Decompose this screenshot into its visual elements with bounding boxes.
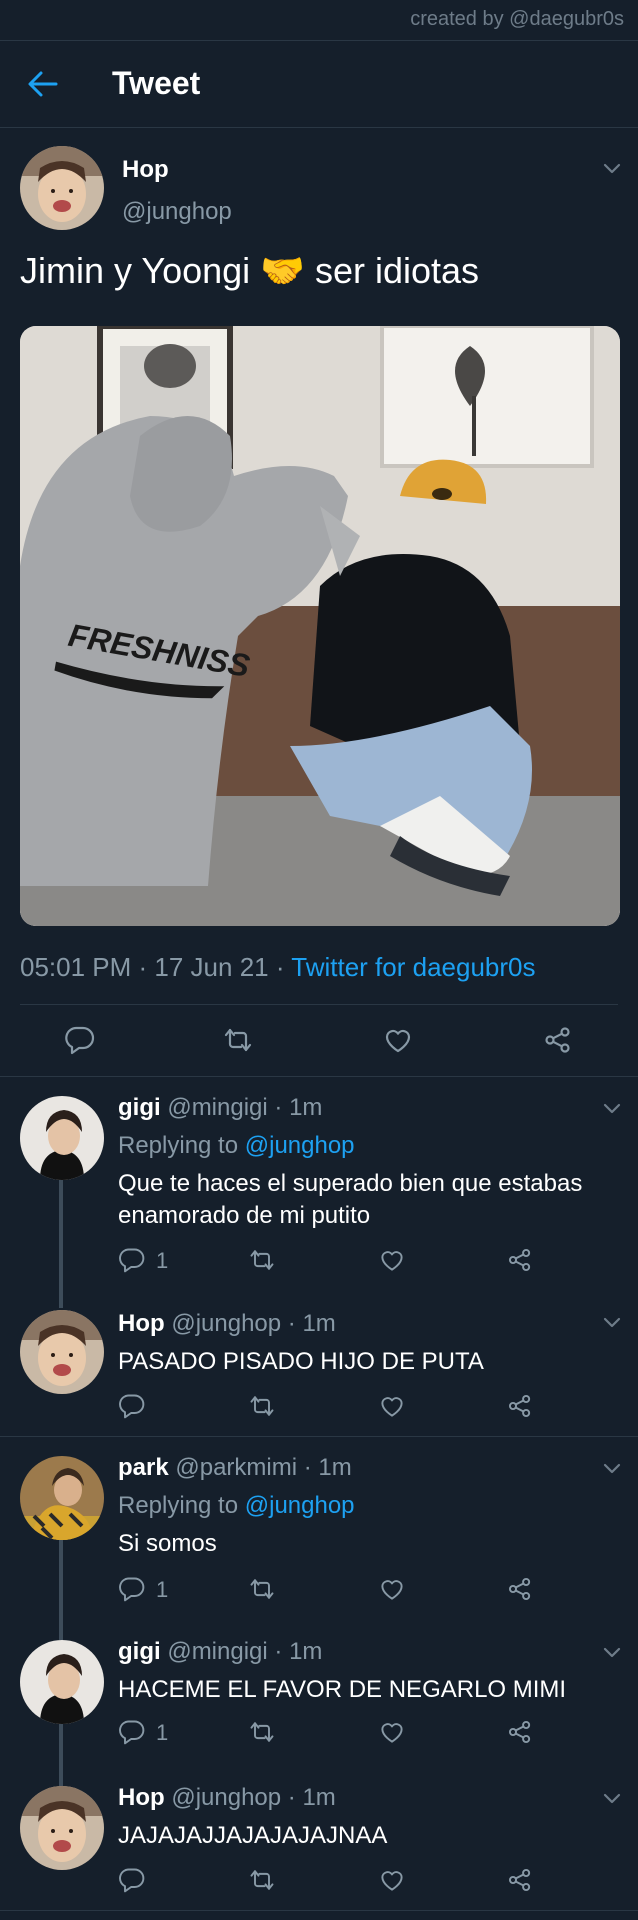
reply-text: HACEME EL FAVOR DE NEGARLO MIMI	[118, 1676, 567, 1703]
avatar[interactable]	[20, 1456, 104, 1540]
thread-line	[59, 1540, 63, 1640]
reply-text: Que te haces el superado bien que estaba…	[118, 1170, 583, 1229]
replying-label: Replying to	[118, 1132, 239, 1159]
reply-count: 1	[156, 1248, 169, 1273]
retweet-icon[interactable]	[248, 1392, 276, 1420]
share-icon[interactable]	[506, 1866, 534, 1894]
retweet-icon[interactable]	[248, 1575, 276, 1603]
tweet-text: Jimin y Yoongi 🤝 ser idiotas	[20, 250, 480, 291]
reply-text: JAJAJAJJAJAJAJAJNAA	[118, 1822, 388, 1849]
reply-text: PASADO PISADO HIJO DE PUTA	[118, 1348, 484, 1375]
heart-icon[interactable]	[378, 1392, 406, 1420]
heart-icon[interactable]	[382, 1024, 414, 1056]
meta-separator: ·	[268, 952, 292, 982]
reply-item: Hop @junghop · 1m PASADO PISADO HIJO DE …	[118, 1310, 618, 1378]
retweet-icon[interactable]	[248, 1246, 276, 1274]
replying-to-link[interactable]: @junghop	[245, 1492, 355, 1519]
share-icon[interactable]	[506, 1575, 534, 1603]
divider	[20, 1004, 618, 1005]
reply-time: 1m	[302, 1784, 336, 1811]
meta-separator: ·	[131, 952, 155, 982]
reply-item: gigi @mingigi · 1m HACEME EL FAVOR DE NE…	[118, 1638, 618, 1706]
retweet-icon[interactable]	[222, 1024, 254, 1056]
reply-item: park @parkmimi · 1m Replying to @junghop…	[118, 1454, 618, 1560]
reply-author-name[interactable]: Hop	[118, 1784, 165, 1811]
page-title: Tweet	[112, 65, 201, 101]
tweet-source-link[interactable]: Twitter for daegubr0s	[291, 952, 535, 982]
heart-icon[interactable]	[378, 1246, 406, 1274]
tweet-time: 05:01 PM	[20, 952, 132, 982]
app-header: Tweet	[0, 41, 638, 128]
chevron-down-icon[interactable]	[602, 162, 622, 176]
retweet-icon[interactable]	[248, 1718, 276, 1746]
reply-count: 1	[156, 1577, 169, 1602]
reply-icon[interactable]	[118, 1718, 146, 1746]
reply-author-name[interactable]: gigi	[118, 1638, 161, 1665]
retweet-icon[interactable]	[248, 1866, 276, 1894]
divider	[0, 1436, 638, 1437]
divider	[0, 1076, 638, 1077]
avatar[interactable]	[20, 1310, 104, 1394]
avatar[interactable]	[20, 1096, 104, 1180]
reply-time: 1m	[302, 1310, 336, 1337]
heart-icon[interactable]	[378, 1575, 406, 1603]
thread-line	[59, 1180, 63, 1308]
author-handle[interactable]: @junghop	[122, 198, 232, 226]
replying-label: Replying to	[118, 1492, 239, 1519]
reply-item: Hop @junghop · 1m JAJAJAJJAJAJAJAJNAA	[118, 1784, 618, 1852]
reply-author-handle[interactable]: @junghop	[171, 1784, 281, 1811]
thread-line	[59, 1724, 63, 1786]
reply-author-name[interactable]: Hop	[118, 1310, 165, 1337]
back-arrow-icon[interactable]	[26, 69, 60, 99]
avatar[interactable]	[20, 1640, 104, 1724]
reply-icon[interactable]	[118, 1866, 146, 1894]
reply-icon[interactable]	[64, 1024, 96, 1056]
share-icon[interactable]	[506, 1392, 534, 1420]
reply-time: 1m	[318, 1454, 352, 1481]
author-name[interactable]: Hop	[122, 156, 169, 184]
heart-icon[interactable]	[378, 1718, 406, 1746]
reply-author-name[interactable]: gigi	[118, 1094, 161, 1121]
reply-time: 1m	[289, 1638, 323, 1665]
tweet-meta: 05:01 PM · 17 Jun 21 · Twitter for daegu…	[20, 952, 536, 983]
reply-author-handle[interactable]: @parkmimi	[175, 1454, 297, 1481]
tweet-photo[interactable]: FRESHNISS	[20, 326, 620, 926]
credit-watermark: created by @daegubr0s	[410, 8, 624, 30]
share-icon[interactable]	[506, 1246, 534, 1274]
divider	[0, 1910, 638, 1911]
reply-author-handle[interactable]: @mingigi	[167, 1638, 267, 1665]
reply-time: 1m	[289, 1094, 323, 1121]
reply-count: 1	[156, 1720, 169, 1745]
reply-icon[interactable]	[118, 1392, 146, 1420]
reply-text: Si somos	[118, 1530, 217, 1557]
reply-icon[interactable]	[118, 1246, 146, 1274]
avatar[interactable]	[20, 146, 104, 230]
reply-author-name[interactable]: park	[118, 1454, 169, 1481]
heart-icon[interactable]	[378, 1866, 406, 1894]
reply-item: gigi @mingigi · 1m Replying to @junghop …	[118, 1094, 618, 1232]
share-icon[interactable]	[506, 1718, 534, 1746]
reply-author-handle[interactable]: @mingigi	[167, 1094, 267, 1121]
avatar[interactable]	[20, 1786, 104, 1870]
replying-to-link[interactable]: @junghop	[245, 1132, 355, 1159]
share-icon[interactable]	[542, 1024, 574, 1056]
reply-icon[interactable]	[118, 1575, 146, 1603]
reply-author-handle[interactable]: @junghop	[171, 1310, 281, 1337]
tweet-date: 17 Jun 21	[154, 952, 269, 982]
